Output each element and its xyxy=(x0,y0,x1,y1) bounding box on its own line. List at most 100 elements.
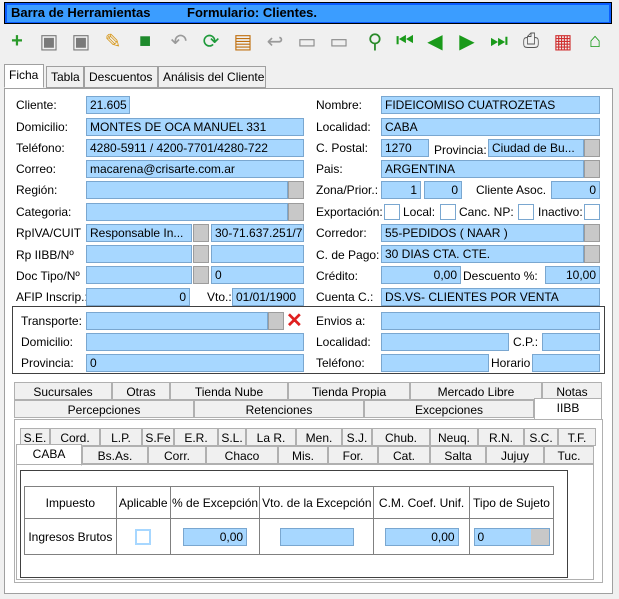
tab-sucursales[interactable]: Sucursales xyxy=(14,382,112,400)
tab-analisis-cliente[interactable]: Análisis del Cliente xyxy=(158,66,266,88)
correo-field[interactable]: macarena@crisarte.com.ar xyxy=(86,160,304,178)
nombre-field[interactable]: FIDEICOMISO CUATROZETAS xyxy=(381,96,600,114)
inactivo-checkbox[interactable] xyxy=(584,204,600,220)
envio-horario-field[interactable] xyxy=(532,354,600,372)
tab-prov-sl[interactable]: S.L. xyxy=(218,428,246,446)
tab-prov-jujuy[interactable]: Jujuy xyxy=(486,446,544,464)
cpago-field[interactable]: 30 DIAS CTA. CTE. xyxy=(381,245,584,263)
search-icon[interactable]: ⚲ xyxy=(360,26,390,56)
tab-retenciones[interactable]: Retenciones xyxy=(194,400,364,418)
doctipo-lookup-button[interactable] xyxy=(193,266,209,284)
tipo-sujeto-dropdown-button[interactable] xyxy=(530,528,549,545)
tab-prov-sj[interactable]: S.J. xyxy=(342,428,372,446)
envio-cp-field[interactable] xyxy=(542,333,600,351)
cpostal-field[interactable]: 1270 xyxy=(381,139,429,157)
telefono-field[interactable]: 4280-5911 / 4200-7701/4280-722 xyxy=(86,139,304,157)
tab-prov-lp[interactable]: L.P. xyxy=(100,428,142,446)
clear-icon[interactable]: ✕ xyxy=(286,308,303,333)
last-record-icon[interactable]: ⏭ xyxy=(484,26,514,56)
region-field[interactable] xyxy=(86,181,288,199)
tab-tabla[interactable]: Tabla xyxy=(46,66,84,88)
home-icon[interactable]: ⌂ xyxy=(580,26,610,56)
local-checkbox[interactable] xyxy=(440,204,456,220)
tab-prov-tuc[interactable]: Tuc. xyxy=(544,446,594,464)
tab-prov-for[interactable]: For. xyxy=(328,446,378,464)
save-as-icon[interactable]: ▣ xyxy=(66,26,96,56)
tab-prov-chub[interactable]: Chub. xyxy=(372,428,430,446)
excepcion-field[interactable]: 0,00 xyxy=(183,527,248,546)
tab-percepciones[interactable]: Percepciones xyxy=(14,400,194,418)
pais-field[interactable]: ARGENTINA xyxy=(381,160,584,178)
back-arrow-icon[interactable]: ↩ xyxy=(260,26,290,56)
tab-mercado-libre[interactable]: Mercado Libre xyxy=(410,382,542,400)
undo-icon[interactable]: ↶ xyxy=(164,26,194,56)
tab-prov-tf[interactable]: T.F. xyxy=(558,428,596,446)
refresh-icon[interactable]: ⟳ xyxy=(196,26,226,56)
disabled-1-icon[interactable]: ▭ xyxy=(292,26,322,56)
envio-domicilio-field[interactable] xyxy=(86,333,304,351)
envios-field[interactable] xyxy=(381,312,600,330)
tab-prov-sc[interactable]: S.C. xyxy=(524,428,558,446)
rpiva-field[interactable]: Responsable In... xyxy=(86,224,192,242)
rpiibb-field[interactable] xyxy=(86,245,192,263)
corredor-field[interactable]: 55-PEDIDOS ( NAAR ) xyxy=(381,224,584,242)
pais-lookup-button[interactable] xyxy=(584,160,600,178)
tab-prov-er[interactable]: E.R. xyxy=(174,428,218,446)
tab-tienda-nube[interactable]: Tienda Nube xyxy=(170,382,288,400)
provincia-lookup-button[interactable] xyxy=(584,139,600,157)
envio-telefono-field[interactable] xyxy=(381,354,489,372)
credito-field[interactable]: 0,00 xyxy=(381,266,461,284)
aplicable-checkbox[interactable] xyxy=(135,528,152,545)
edit-icon[interactable]: ✎ xyxy=(98,26,128,56)
previous-record-icon[interactable]: ◀ xyxy=(420,26,450,56)
doctipo-field[interactable] xyxy=(86,266,192,284)
cpago-lookup-button[interactable] xyxy=(584,245,600,263)
tab-prov-salta[interactable]: Salta xyxy=(430,446,486,464)
envio-provincia-field[interactable]: 0 xyxy=(86,354,304,372)
first-record-icon[interactable]: ⏮ xyxy=(390,26,420,56)
gift-icon[interactable]: ▦ xyxy=(548,26,578,56)
docnum-field[interactable]: 0 xyxy=(211,266,304,284)
tab-excepciones[interactable]: Excepciones xyxy=(364,400,534,418)
canc-np-checkbox[interactable] xyxy=(518,204,534,220)
region-lookup-button[interactable] xyxy=(288,181,304,199)
tab-tienda-propia[interactable]: Tienda Propia xyxy=(288,382,410,400)
rpiibb-lookup-button[interactable] xyxy=(193,245,209,263)
film-icon[interactable]: ▤ xyxy=(228,26,258,56)
next-record-icon[interactable]: ▶ xyxy=(452,26,482,56)
tab-ficha[interactable]: Ficha xyxy=(4,64,44,88)
tab-iibb[interactable]: IIBB xyxy=(534,398,602,420)
envio-localidad-field[interactable] xyxy=(381,333,509,351)
tab-prov-rn[interactable]: R.N. xyxy=(478,428,524,446)
cuentac-field[interactable]: DS.VS- CLIENTES POR VENTA xyxy=(381,288,600,306)
tab-prov-chaco[interactable]: Chaco xyxy=(206,446,278,464)
cliente-asoc-field[interactable]: 0 xyxy=(551,181,600,199)
print-icon[interactable]: ⎙ xyxy=(516,26,546,56)
exportacion-checkbox[interactable] xyxy=(384,204,400,220)
tab-otras[interactable]: Otras xyxy=(112,382,170,400)
tab-descuentos[interactable]: Descuentos xyxy=(84,66,158,88)
tab-prov-lar[interactable]: La R. xyxy=(246,428,296,446)
categoria-field[interactable] xyxy=(86,203,288,221)
localidad-field[interactable]: CABA xyxy=(381,118,600,136)
prior-field[interactable]: 0 xyxy=(424,181,462,199)
descuento-field[interactable]: 10,00 xyxy=(545,266,600,284)
tab-prov-sfe[interactable]: S.Fe xyxy=(142,428,174,446)
corredor-lookup-button[interactable] xyxy=(584,224,600,242)
tab-prov-men[interactable]: Men. xyxy=(296,428,342,446)
tab-prov-bsas[interactable]: Bs.As. xyxy=(82,446,148,464)
vto-field[interactable]: 01/01/1900 xyxy=(232,288,304,306)
delete-icon[interactable]: ■ xyxy=(130,26,160,56)
add-icon[interactable]: + xyxy=(2,26,32,56)
cliente-field[interactable]: 21.605 xyxy=(86,96,130,114)
tipo-sujeto-field[interactable]: 0 xyxy=(473,527,550,546)
cuit-field[interactable]: 30-71.637.251/7 xyxy=(211,224,304,242)
afip-field[interactable]: 0 xyxy=(86,288,190,306)
tab-prov-cat[interactable]: Cat. xyxy=(378,446,430,464)
vto-excepcion-field[interactable] xyxy=(279,527,354,546)
transporte-lookup-button[interactable] xyxy=(268,312,284,330)
tab-prov-corr[interactable]: Corr. xyxy=(148,446,206,464)
coef-field[interactable]: 0,00 xyxy=(384,527,459,546)
tab-prov-neuq[interactable]: Neuq. xyxy=(430,428,478,446)
save-icon[interactable]: ▣ xyxy=(34,26,64,56)
